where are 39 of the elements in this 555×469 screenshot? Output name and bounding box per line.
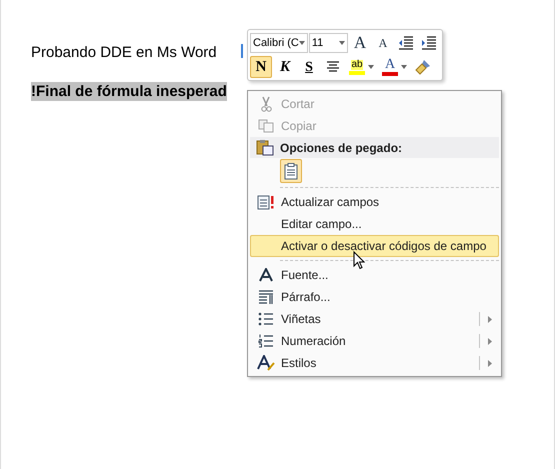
bullet-list-icon xyxy=(258,312,274,326)
menu-item[interactable]: Párrafo... xyxy=(250,286,499,308)
menu-item[interactable]: Editar campo... xyxy=(250,213,499,235)
clipboard-icon xyxy=(256,139,274,156)
numbered-list-icon xyxy=(258,334,274,348)
center-align-icon xyxy=(326,61,340,73)
italic-button[interactable]: K xyxy=(274,56,296,78)
indent-icon xyxy=(421,36,437,50)
mouse-cursor-icon xyxy=(353,251,365,270)
scissors-icon xyxy=(259,96,273,112)
copy-icon xyxy=(258,119,274,133)
document-alert-icon xyxy=(257,194,275,210)
document-text: Probando DDE en Ms Word xyxy=(31,43,217,62)
bold-button[interactable]: N xyxy=(250,56,272,78)
paragraph-icon xyxy=(258,290,274,304)
paintbrush-icon xyxy=(415,59,431,75)
styles-icon xyxy=(257,355,275,371)
shrink-font-button[interactable]: A xyxy=(372,32,394,54)
menu-item[interactable]: Actualizar campos xyxy=(250,191,499,213)
dropdown-arrow-icon xyxy=(401,65,407,69)
dropdown-arrow-icon xyxy=(368,65,374,69)
menu-item[interactable]: Viñetas xyxy=(250,308,499,330)
dropdown-arrow-icon xyxy=(298,41,305,45)
paste-keep-text-button[interactable] xyxy=(280,159,302,183)
text-cursor xyxy=(241,44,243,58)
grow-font-button[interactable]: A xyxy=(349,32,371,54)
underline-button[interactable]: S xyxy=(298,56,320,78)
paste-options-heading: Opciones de pegado: xyxy=(280,140,402,156)
outdent-icon xyxy=(398,36,414,50)
menu-item[interactable]: Fuente... xyxy=(250,264,499,286)
highlight-button[interactable]: ab xyxy=(346,56,377,78)
font-color-button[interactable]: A xyxy=(379,56,410,78)
menu-item[interactable]: Numeración xyxy=(250,330,499,352)
font-size-field[interactable]: 11 xyxy=(308,33,348,53)
menu-item[interactable]: Estilos xyxy=(250,352,499,374)
font-icon xyxy=(259,268,273,282)
dropdown-arrow-icon xyxy=(339,41,345,45)
document-text: !Final de fórmula inesperad xyxy=(31,82,227,101)
font-name-field[interactable]: Calibri (C xyxy=(250,33,308,53)
